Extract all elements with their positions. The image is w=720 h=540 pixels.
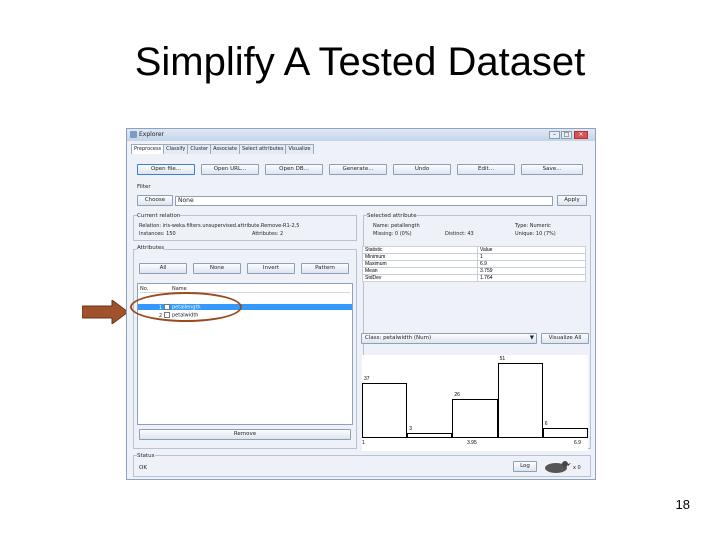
statistic-name: StdDev <box>362 274 478 282</box>
histogram-bar <box>497 363 543 437</box>
invert-selection-button[interactable]: Invert <box>247 263 295 274</box>
table-row: Minimum 1 <box>362 253 586 261</box>
slide-title: Simplify A Tested Dataset <box>134 40 586 84</box>
tab-visualize[interactable]: Visualize <box>285 144 314 154</box>
statistic-value: 3.759 <box>477 267 586 275</box>
select-none-button[interactable]: None <box>193 263 241 274</box>
choose-filter-button[interactable]: Choose <box>137 195 173 206</box>
select-all-button[interactable]: All <box>139 263 187 274</box>
save-button[interactable]: Save... <box>521 164 583 175</box>
remove-button[interactable]: Remove <box>139 429 351 440</box>
histogram-bar-label: 3 <box>409 426 412 432</box>
visualize-all-button[interactable]: Visualize All <box>541 333 589 344</box>
tab-classify[interactable]: Classify <box>163 144 189 154</box>
apply-button[interactable]: Apply <box>557 195 587 206</box>
slide-number: 18 <box>675 497 690 512</box>
highlight-circle <box>130 292 242 322</box>
status-text: OK <box>139 465 147 471</box>
relation-name: Relation: iris-weka.filters.unsupervised… <box>139 223 300 229</box>
attribute-unique-info: Unique: 10 (7%) <box>515 231 556 237</box>
chevron-down-icon: ▼ <box>529 335 534 341</box>
tab-preprocess[interactable]: Preprocess <box>131 144 165 154</box>
statistic-value: 1 <box>477 253 586 261</box>
histogram-bar <box>362 383 408 437</box>
value-header: Value <box>477 246 586 254</box>
statistic-value: 1.764 <box>477 274 586 282</box>
instances-count: Instances: 150 <box>139 231 176 237</box>
statistic-name: Maximum <box>362 260 478 268</box>
table-header-row: Statistic Value <box>362 246 586 254</box>
statistic-name: Mean <box>362 267 478 275</box>
histogram-bar-label: 37 <box>364 376 370 382</box>
histogram-baseline <box>362 437 588 438</box>
histogram-bar-label: 6 <box>544 421 548 427</box>
minimize-button[interactable]: – <box>549 131 560 139</box>
maximize-button[interactable]: □ <box>561 131 572 139</box>
histogram: 37 3 26 51 6 1 3.95 6.9 <box>362 355 588 451</box>
class-select-dropdown[interactable]: Class: petalwidth (Num) ▼ <box>361 333 537 344</box>
tab-cluster[interactable]: Cluster <box>187 144 212 154</box>
attributes-count: Attributes: 2 <box>252 231 284 237</box>
histogram-bar-label: 51 <box>499 356 506 362</box>
pattern-button[interactable]: Pattern <box>301 263 349 274</box>
class-select-value: Class: petalwidth (Num) <box>365 335 432 341</box>
edit-button[interactable]: Edit... <box>457 164 515 175</box>
statistic-name: Minimum <box>362 253 478 261</box>
attribute-distinct-info: Distinct: 43 <box>445 231 474 237</box>
title-bar: Explorer – □ ✕ <box>127 129 595 141</box>
current-relation-label: Current relation <box>137 213 181 219</box>
tab-associate[interactable]: Associate <box>210 144 241 154</box>
table-row: Maximum 6.9 <box>362 260 586 268</box>
histogram-axis-label: 6.9 <box>574 440 581 446</box>
histogram-bar <box>452 399 498 437</box>
window-title: Explorer <box>139 131 164 138</box>
table-row: Mean 3.759 <box>362 267 586 275</box>
close-button[interactable]: ✕ <box>574 131 588 139</box>
filter-value-field[interactable]: None <box>175 196 553 206</box>
tab-bar: Preprocess Classify Cluster Associate Select… <box>131 144 314 154</box>
table-row: StdDev 1.764 <box>362 274 586 282</box>
attribute-name-info: Name: petallength <box>373 223 420 229</box>
attribute-missing-info: Missing: 0 (0%) <box>373 231 412 237</box>
histogram-bar-label: 26 <box>454 392 460 398</box>
histogram-axis-label: 1 <box>362 440 365 446</box>
open-db-button[interactable]: Open DB... <box>265 164 323 175</box>
undo-button[interactable]: Undo <box>393 164 451 175</box>
attributes-label: Attributes <box>137 245 165 251</box>
statistics-table: Statistic Value Minimum 1 Maximum 6.9 Mean… <box>362 246 586 282</box>
statistic-value: 6.9 <box>477 260 586 268</box>
selected-attribute-label: Selected attribute <box>367 213 417 219</box>
tab-select-attributes[interactable]: Select attributes <box>239 144 287 154</box>
col-no-header: No. <box>140 286 149 292</box>
histogram-axis-label: 3.95 <box>467 440 477 446</box>
filter-label: Filter <box>137 184 151 190</box>
histogram-bar <box>542 428 588 437</box>
weka-bird-icon <box>545 461 571 473</box>
open-url-button[interactable]: Open URL... <box>201 164 259 175</box>
status-label: Status <box>137 453 155 459</box>
attribute-type-info: Type: Numeric <box>515 223 551 229</box>
status-count: x 0 <box>573 465 581 471</box>
open-file-button[interactable]: Open file... <box>137 164 195 175</box>
pointer-arrow-icon <box>82 300 128 324</box>
statistic-header: Statistic <box>362 246 478 254</box>
generate-button[interactable]: Generate... <box>329 164 387 175</box>
app-icon <box>130 131 137 138</box>
log-button[interactable]: Log <box>513 461 537 472</box>
